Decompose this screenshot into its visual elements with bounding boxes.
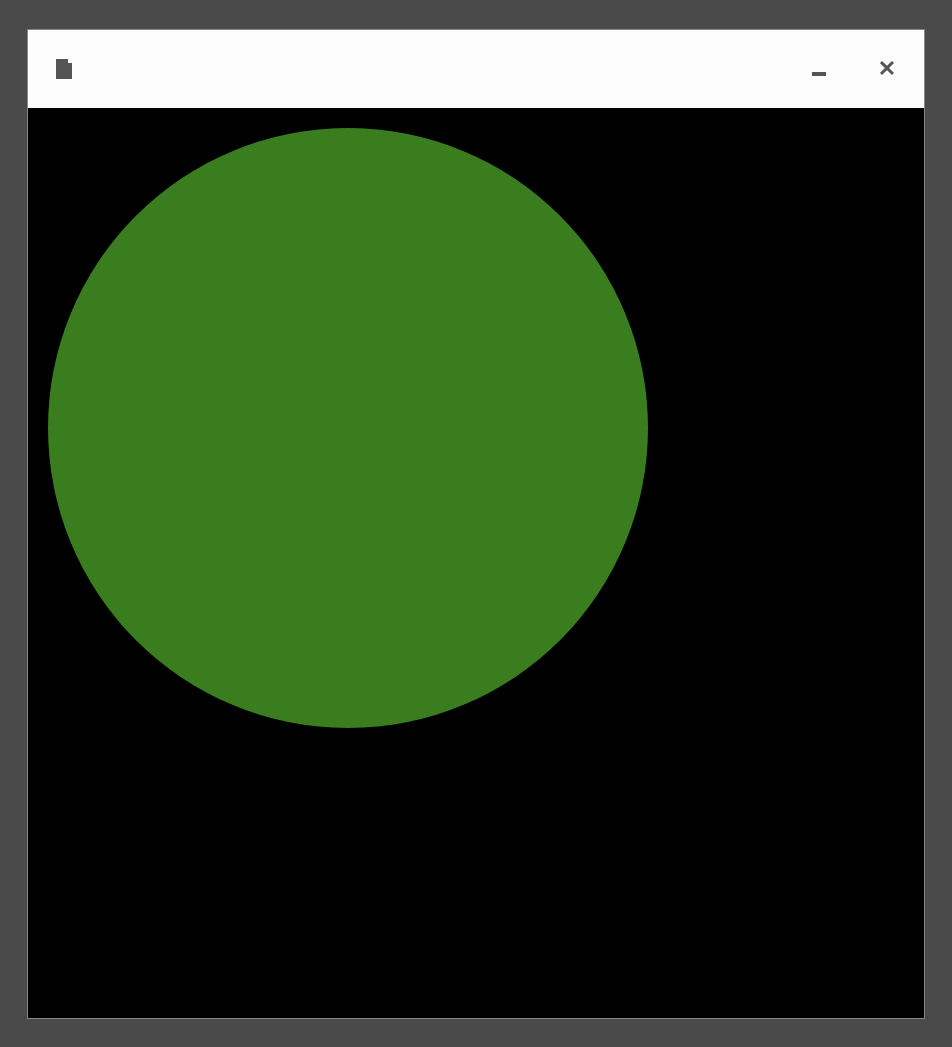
titlebar-controls: ✕ (812, 60, 896, 78)
application-window: ✕ (27, 29, 925, 1019)
minimize-button[interactable] (812, 72, 826, 76)
green-circle (48, 128, 648, 728)
window-titlebar[interactable]: ✕ (28, 30, 924, 108)
close-button[interactable]: ✕ (878, 60, 896, 78)
titlebar-left (56, 59, 86, 79)
app-icon (56, 59, 72, 79)
canvas-area[interactable] (28, 108, 924, 1018)
